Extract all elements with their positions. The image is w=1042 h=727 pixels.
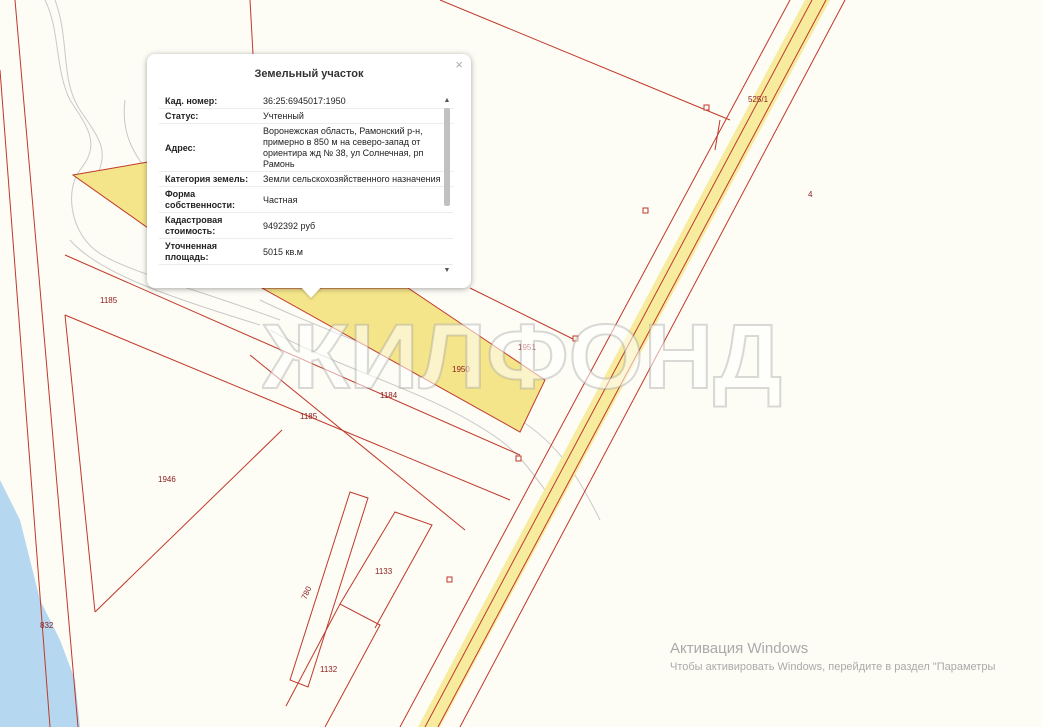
info-value: Земли сельскохозяйственного назначения: [263, 174, 441, 184]
info-key: Категория земель:: [165, 174, 249, 184]
info-row-cadastral-number: Кад. номер: 36:25:6945017:1950: [159, 94, 453, 109]
scroll-up-arrow-icon[interactable]: ▲: [442, 96, 452, 106]
plot-label: 1950: [452, 365, 470, 374]
info-key: Статус:: [165, 111, 199, 121]
info-row-cadastral-value: Кадастровая стоимость: 9492392 руб: [159, 213, 453, 239]
scroll-down-arrow-icon[interactable]: ▼: [442, 266, 452, 276]
plot-label: 1946: [158, 475, 176, 484]
plot-label: 1185: [300, 412, 318, 421]
plot-label: 1951: [518, 343, 536, 352]
plot-label: 832: [40, 621, 54, 630]
activation-subtitle: Чтобы активировать Windows, перейдите в …: [670, 661, 996, 673]
plot-label: 1133: [375, 567, 393, 576]
parcel-info-popup: Земельный участок × Кад. номер: 36:25:69…: [147, 54, 471, 288]
info-row-area: Уточненная площадь: 5015 кв.м: [159, 239, 453, 265]
info-row-land-category: Категория земель: Земли сельскохозяйстве…: [159, 172, 453, 187]
info-value: 9492392 руб: [263, 220, 316, 231]
popup-scrollbar[interactable]: ▲ ▼: [442, 96, 452, 276]
popup-pointer: [300, 286, 322, 298]
info-row-status: Статус: Учтенный: [159, 109, 453, 124]
info-value: 36:25:6945017:1950: [263, 96, 346, 106]
activation-title: Активация Windows: [670, 640, 809, 657]
info-value: 5015 кв.м: [263, 246, 303, 257]
info-value: Частная: [263, 194, 298, 205]
close-icon[interactable]: ×: [455, 57, 463, 72]
info-key: Кадастровая стоимость:: [165, 215, 223, 236]
info-key: Уточненная площадь:: [165, 241, 217, 262]
info-value: Учтенный: [263, 111, 304, 121]
plot-label: 1184: [380, 391, 398, 400]
plot-label: 1132: [320, 665, 338, 674]
info-key: Адрес:: [165, 142, 196, 153]
info-row-ownership: Форма собственности: Частная: [159, 187, 453, 213]
scrollbar-thumb[interactable]: [444, 108, 450, 206]
info-key: Форма собственности:: [165, 189, 235, 210]
popup-title: Земельный участок: [254, 68, 364, 80]
info-row-address: Адрес: Воронежская область, Рамонский р-…: [159, 124, 453, 172]
info-key: Кад. номер:: [165, 96, 218, 106]
plot-label: 4: [808, 190, 813, 199]
parcel-info-table: Кад. номер: 36:25:6945017:1950 Статус: У…: [159, 94, 453, 280]
info-value: Воронежская область, Рамонский р-н, прим…: [263, 126, 424, 169]
plot-label: 1185: [100, 296, 118, 305]
windows-activation-notice: Активация Windows Чтобы активировать Win…: [670, 640, 995, 673]
plot-label: 525/1: [748, 95, 769, 104]
